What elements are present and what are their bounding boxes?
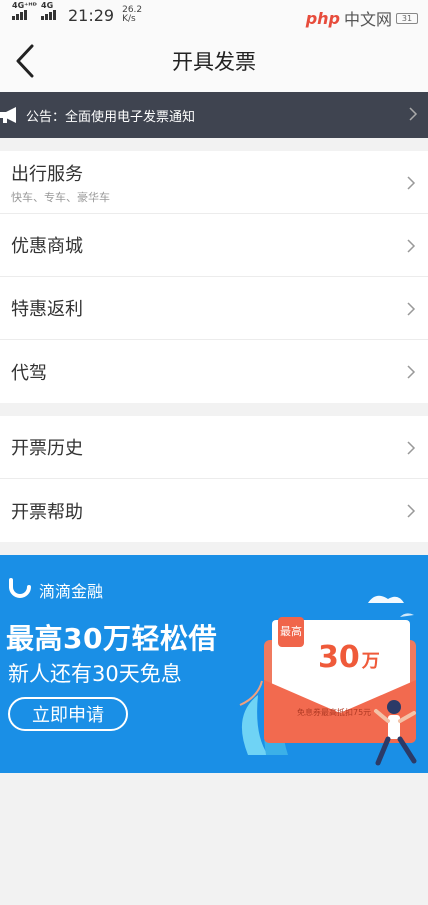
speed-unit: K/s xyxy=(122,14,136,24)
card-note: 免息券最高抵扣75元 xyxy=(297,708,372,717)
apply-now-button[interactable]: 立即申请 xyxy=(8,697,128,731)
network-speed: 26.2 K/s xyxy=(122,6,142,24)
card-amount: 30 万 xyxy=(318,640,380,675)
chevron-right-icon xyxy=(407,302,416,316)
list-item-designated-driver[interactable]: 代驾 xyxy=(0,340,428,403)
list-item-rebate[interactable]: 特惠返利 xyxy=(0,277,428,340)
chevron-right-icon xyxy=(407,365,416,379)
card-tag: 最高 xyxy=(280,625,302,638)
chevron-right-icon xyxy=(409,107,418,121)
list-item-mall[interactable]: 优惠商城 xyxy=(0,214,428,277)
banner-headline: 最高30万轻松借 xyxy=(6,622,217,655)
signal-indicator-1: 4G⁺ᴴᴰ xyxy=(12,2,37,20)
chevron-left-icon xyxy=(16,44,34,78)
brand-name: 滴滴金融 xyxy=(39,582,104,601)
back-button[interactable] xyxy=(0,30,50,92)
list-item-subtitle: 快车、专车、豪华车 xyxy=(11,190,110,204)
chevron-right-icon xyxy=(407,239,416,253)
list-item-title: 代驾 xyxy=(11,362,47,384)
chevron-right-icon xyxy=(407,504,416,518)
watermark-php: php xyxy=(305,8,340,28)
megaphone-icon xyxy=(0,104,22,126)
list-item-title: 出行服务 xyxy=(11,163,83,185)
battery-icon: 31 xyxy=(396,12,418,24)
signal-bars-icon xyxy=(12,10,27,20)
notice-text: 公告：全面使用电子发票通知 xyxy=(26,109,196,125)
network-type-1: 4G⁺ᴴᴰ xyxy=(12,1,37,10)
banner-subline: 新人还有30天免息 xyxy=(8,662,182,686)
status-bar: 4G⁺ᴴᴰ 4G 21:29 26.2 K/s php 中文网 31 xyxy=(0,0,428,30)
brand: 滴滴金融 xyxy=(7,577,103,603)
card-amount-unit: 万 xyxy=(361,651,380,672)
list-item-invoice-help[interactable]: 开票帮助 xyxy=(0,479,428,542)
network-type-2: 4G xyxy=(41,1,54,10)
watermark-cn: 中文网 xyxy=(343,10,392,29)
chevron-right-icon xyxy=(407,176,416,190)
list-item-ride-service[interactable]: 出行服务 快车、专车、豪华车 xyxy=(0,151,428,214)
nav-bar: 开具发票 xyxy=(0,30,428,92)
invoice-type-list: 出行服务 快车、专车、豪华车 优惠商城 特惠返利 代驾 xyxy=(0,151,428,403)
signal-bars-icon xyxy=(41,10,56,20)
card-amount-value: 30 xyxy=(318,640,360,675)
list-item-title: 特惠返利 xyxy=(11,299,83,320)
list-item-title: 优惠商城 xyxy=(11,236,83,257)
status-right: php 中文网 31 xyxy=(306,6,418,30)
notice-bar[interactable]: 公告：全面使用电子发票通知 xyxy=(0,92,428,138)
status-time: 21:29 xyxy=(68,5,115,25)
signal-indicator-2: 4G xyxy=(41,2,56,20)
page-background xyxy=(0,773,428,905)
list-item-invoice-history[interactable]: 开票历史 xyxy=(0,416,428,479)
didi-logo-icon xyxy=(9,578,31,598)
page-title: 开具发票 xyxy=(172,50,256,74)
invoice-help-list: 开票历史 开票帮助 xyxy=(0,416,428,542)
list-item-title: 开票历史 xyxy=(11,438,83,459)
chevron-right-icon xyxy=(407,441,416,455)
finance-promo-banner[interactable]: 滴滴金融 最高30万轻松借 新人还有30天免息 立即申请 最高 30 万 免息券最… xyxy=(0,555,428,773)
promo-illustration xyxy=(239,595,417,766)
list-item-title: 开票帮助 xyxy=(11,501,83,523)
